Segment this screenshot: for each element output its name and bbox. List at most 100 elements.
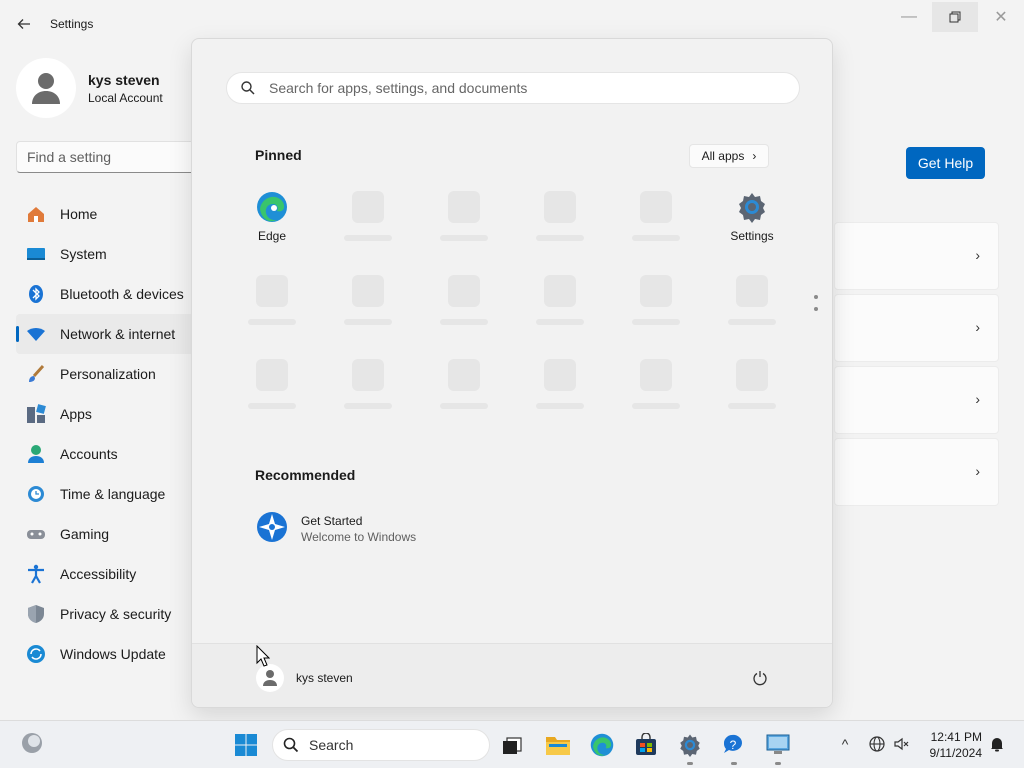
- app-icon-placeholder: [256, 275, 288, 307]
- pinned-app-placeholder[interactable]: [704, 353, 800, 431]
- pinned-app-placeholder[interactable]: [608, 269, 704, 347]
- user-profile[interactable]: kys steven Local Account: [16, 58, 196, 118]
- nav-item-time-language[interactable]: Time & language: [16, 474, 216, 514]
- settings-card[interactable]: ›: [834, 366, 999, 434]
- find-setting-input[interactable]: Find a setting: [16, 141, 206, 173]
- settings-nav: Home System Bluetooth & devices Network …: [16, 194, 216, 674]
- chevron-right-icon: ›: [752, 149, 757, 163]
- edge-icon: [257, 192, 287, 222]
- taskbar-clock[interactable]: 12:41 PM 9/11/2024: [920, 729, 983, 761]
- start-user-button[interactable]: kys steven: [256, 664, 353, 692]
- control-panel-button[interactable]: [760, 727, 796, 765]
- get-help-button[interactable]: Get Help: [906, 147, 985, 179]
- nav-item-network[interactable]: Network & internet: [16, 314, 216, 354]
- pinned-app-edge[interactable]: Edge: [224, 185, 320, 263]
- weather-widget-icon[interactable]: [18, 729, 46, 757]
- person-icon: [32, 73, 60, 104]
- wifi-icon: [26, 324, 46, 344]
- power-button[interactable]: [744, 662, 776, 694]
- pinned-app-placeholder[interactable]: [512, 269, 608, 347]
- get-started-icon: [257, 512, 287, 542]
- chevron-right-icon: ›: [975, 463, 980, 479]
- app-icon-placeholder: [352, 359, 384, 391]
- nav-item-personalization[interactable]: Personalization: [16, 354, 216, 394]
- notifications-button[interactable]: [986, 733, 1008, 755]
- chevron-right-icon: ›: [975, 391, 980, 407]
- app-label-placeholder: [344, 319, 392, 325]
- nav-item-gaming[interactable]: Gaming: [16, 514, 216, 554]
- app-label-placeholder: [344, 235, 392, 241]
- pinned-app-placeholder[interactable]: [320, 185, 416, 263]
- taskbar: Search ? ^ 12:41 PM 9/11/2024: [0, 720, 1024, 768]
- pinned-app-placeholder[interactable]: [608, 353, 704, 431]
- network-tray-button[interactable]: [866, 733, 888, 755]
- nav-item-windows-update[interactable]: Windows Update: [16, 634, 216, 674]
- app-icon-placeholder: [640, 359, 672, 391]
- nav-item-label: Privacy & security: [60, 606, 172, 622]
- app-icon-placeholder: [736, 275, 768, 307]
- store-button[interactable]: [628, 727, 664, 763]
- shield-icon: [26, 604, 46, 624]
- show-hidden-icons-button[interactable]: ^: [834, 733, 856, 755]
- pinned-app-placeholder[interactable]: [224, 269, 320, 347]
- settings-card[interactable]: ›: [834, 438, 999, 506]
- start-button[interactable]: [228, 727, 264, 763]
- nav-item-label: Personalization: [60, 366, 156, 382]
- pinned-app-placeholder[interactable]: [512, 353, 608, 431]
- settings-card[interactable]: ›: [834, 294, 999, 362]
- restore-button[interactable]: [932, 2, 978, 32]
- pinned-app-placeholder[interactable]: [320, 269, 416, 347]
- taskbar-search[interactable]: Search: [272, 729, 490, 761]
- app-icon-placeholder: [448, 191, 480, 223]
- pinned-app-settings[interactable]: Settings: [704, 185, 800, 263]
- nav-item-system[interactable]: System: [16, 234, 216, 274]
- monitor-icon: [766, 734, 790, 754]
- nav-item-apps[interactable]: Apps: [16, 394, 216, 434]
- power-icon: [753, 671, 767, 686]
- start-footer: kys steven: [192, 643, 832, 707]
- gamepad-icon: [26, 524, 46, 544]
- person-icon: [263, 670, 277, 686]
- app-label-placeholder: [536, 235, 584, 241]
- volume-tray-button[interactable]: [890, 733, 912, 755]
- pinned-page-indicator[interactable]: [813, 295, 819, 315]
- accounts-icon: [26, 444, 46, 464]
- close-button[interactable]: ✕: [978, 2, 1024, 32]
- taskbar-search-label: Search: [309, 737, 354, 753]
- pinned-app-placeholder[interactable]: [704, 269, 800, 347]
- pinned-app-placeholder[interactable]: [224, 353, 320, 431]
- app-icon-placeholder: [256, 359, 288, 391]
- pinned-app-placeholder[interactable]: [608, 185, 704, 263]
- app-label-placeholder: [440, 235, 488, 241]
- nav-item-home[interactable]: Home: [16, 194, 216, 234]
- recommended-item-get-started[interactable]: Get Started Welcome to Windows: [256, 511, 556, 551]
- pinned-app-placeholder[interactable]: [320, 353, 416, 431]
- app-icon-placeholder: [352, 275, 384, 307]
- file-explorer-button[interactable]: [540, 727, 576, 763]
- start-search-input[interactable]: Search for apps, settings, and documents: [226, 72, 800, 104]
- nav-item-accessibility[interactable]: Accessibility: [16, 554, 216, 594]
- nav-item-bluetooth[interactable]: Bluetooth & devices: [16, 274, 216, 314]
- pinned-app-placeholder[interactable]: [512, 185, 608, 263]
- back-button[interactable]: [12, 12, 36, 36]
- clock-time: 12:41 PM: [930, 730, 982, 744]
- pinned-app-placeholder[interactable]: [416, 185, 512, 263]
- nav-item-privacy-security[interactable]: Privacy & security: [16, 594, 216, 634]
- home-icon: [26, 204, 46, 224]
- start-user-name: kys steven: [296, 671, 353, 685]
- minimize-button[interactable]: —: [886, 2, 932, 32]
- all-apps-button[interactable]: All apps ›: [689, 144, 769, 168]
- running-indicator: [775, 762, 781, 765]
- settings-gear-icon: [739, 193, 765, 223]
- start-search-placeholder: Search for apps, settings, and documents: [269, 80, 528, 96]
- pinned-app-placeholder[interactable]: [416, 269, 512, 347]
- nav-item-accounts[interactable]: Accounts: [16, 434, 216, 474]
- get-help-taskbar-button[interactable]: ?: [716, 727, 752, 765]
- settings-taskbar-button[interactable]: [672, 727, 708, 765]
- edge-taskbar-button[interactable]: [584, 727, 620, 763]
- nav-item-label: Accessibility: [60, 566, 137, 582]
- pinned-app-placeholder[interactable]: [416, 353, 512, 431]
- task-view-button[interactable]: [494, 727, 530, 763]
- app-icon-placeholder: [352, 191, 384, 223]
- settings-card[interactable]: ›: [834, 222, 999, 290]
